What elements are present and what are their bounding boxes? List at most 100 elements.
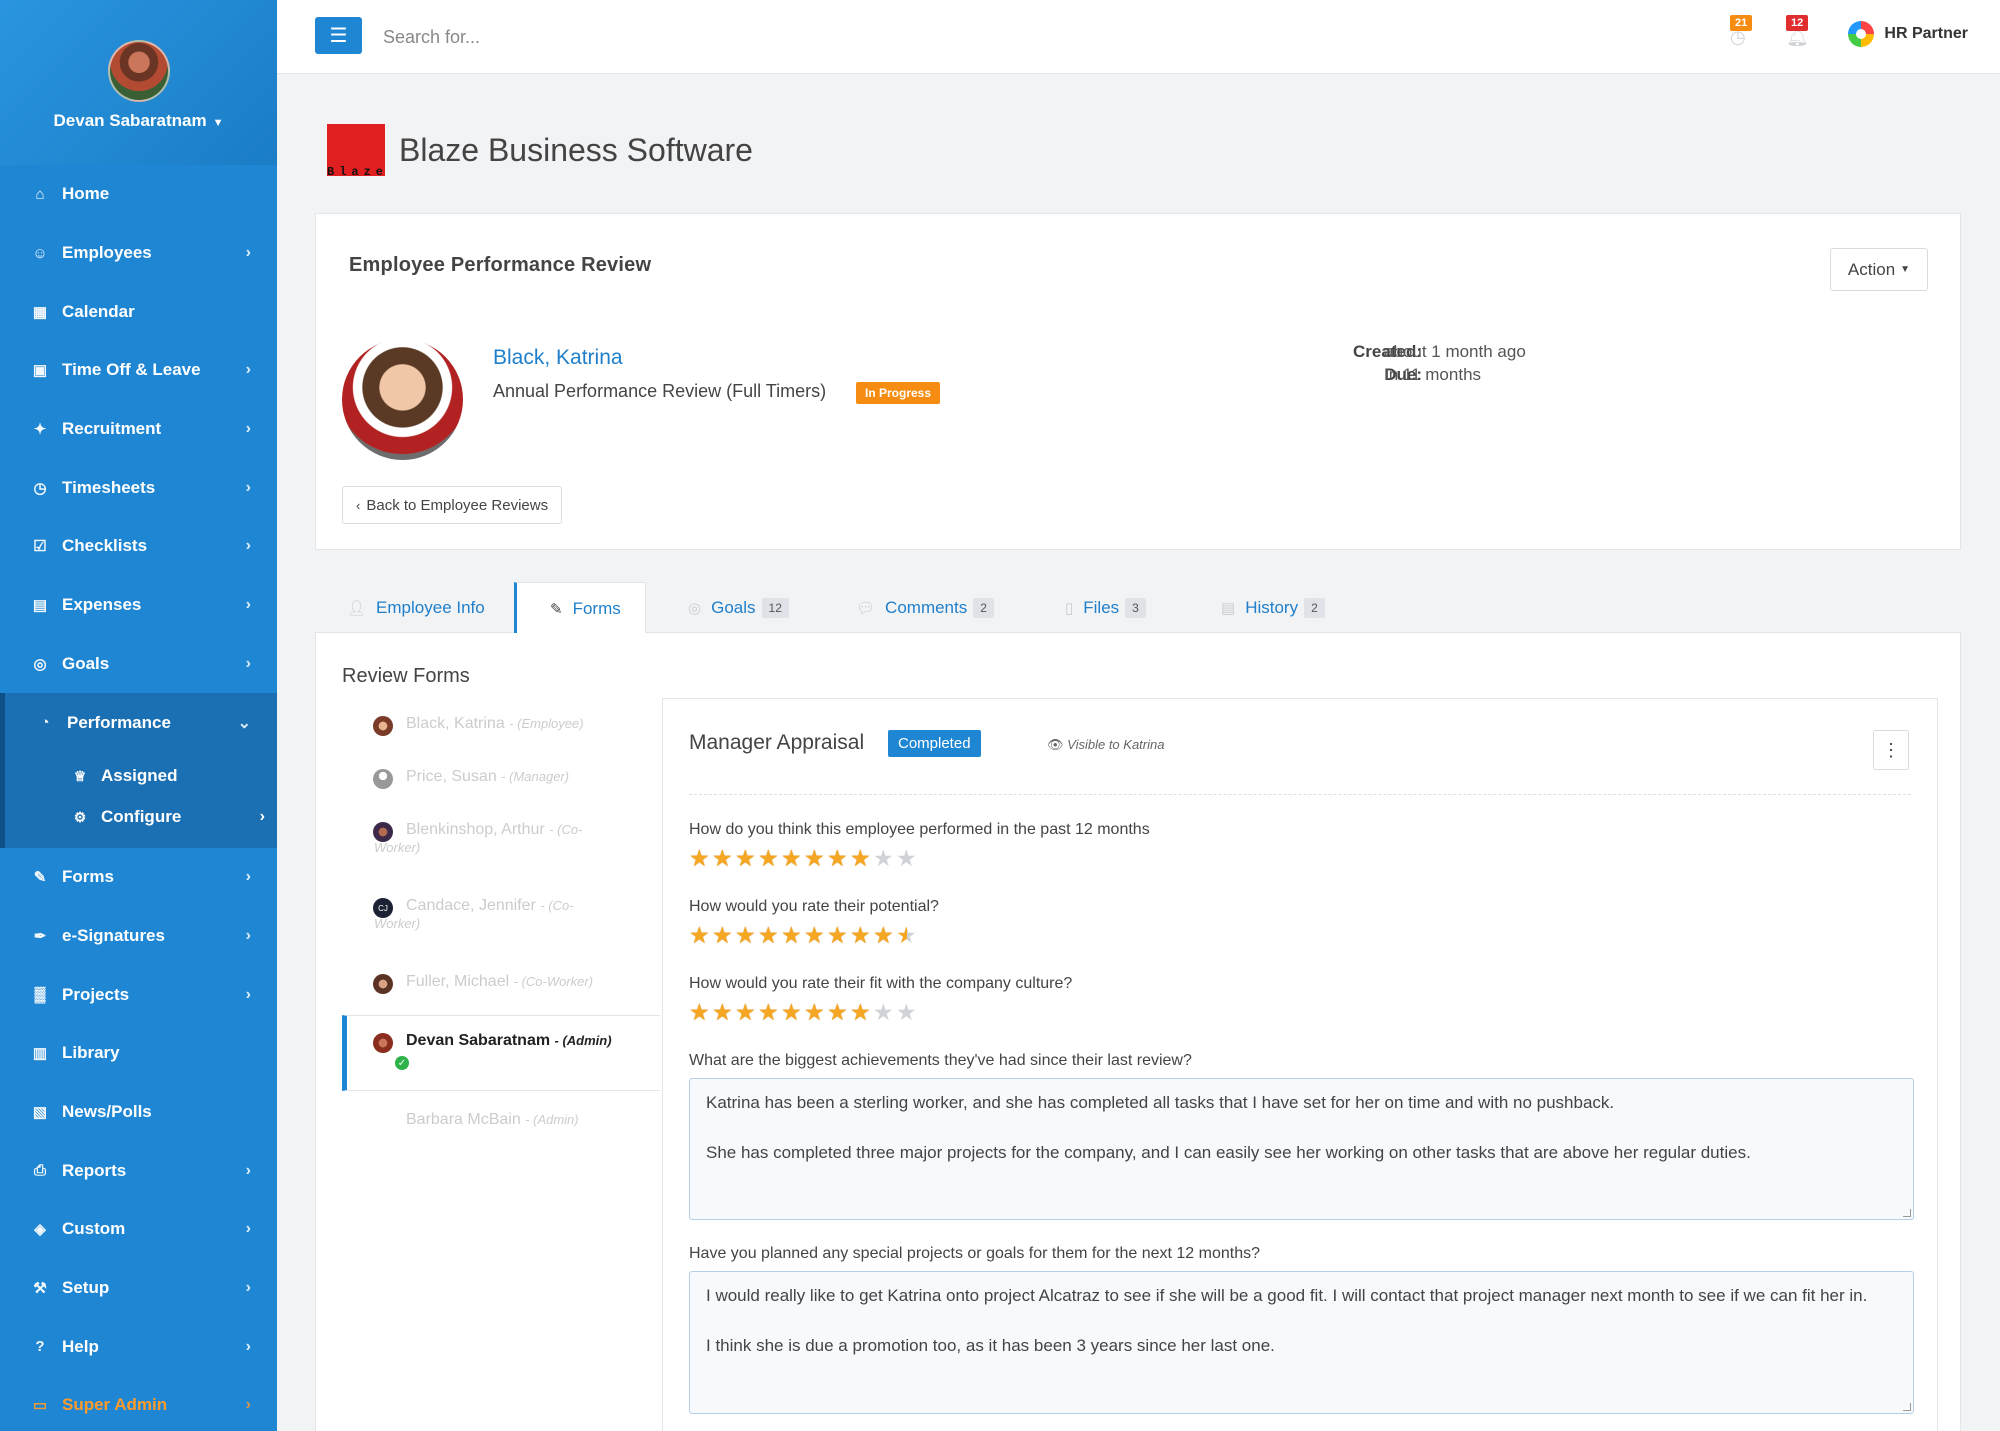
tab-forms[interactable]: ✎ Forms	[514, 582, 646, 634]
sidebar-item-checklists[interactable]: ☑ Checklists ›	[0, 517, 277, 576]
chevron-right-icon: ›	[245, 420, 251, 438]
star-icon[interactable]: ★	[712, 847, 734, 870]
sidebar-item-reports[interactable]: ⎙ Reports ›	[0, 1141, 277, 1200]
avatar[interactable]	[108, 40, 170, 102]
tab-goals[interactable]: ◎ Goals 12	[688, 582, 789, 633]
star-icon[interactable]: ★	[827, 1001, 849, 1024]
form-reviewer-role: - (Co-	[540, 898, 574, 913]
employee-name-link[interactable]: Black, Katrina	[493, 346, 623, 370]
action-dropdown-button[interactable]: Action ▼	[1830, 248, 1928, 291]
resize-handle-icon[interactable]	[1903, 1209, 1911, 1217]
star-icon[interactable]: ★	[827, 924, 849, 947]
search-input[interactable]	[383, 20, 983, 54]
list-item[interactable]: Price, Susan - (Manager)	[342, 756, 660, 809]
chevron-right-icon: ›	[245, 985, 251, 1003]
sidebar-item-label: Employees	[62, 243, 152, 263]
star-icon[interactable]: ★	[735, 1001, 757, 1024]
tab-files[interactable]: ▯ Files 3	[1065, 582, 1146, 633]
star-icon[interactable]: ★	[758, 924, 780, 947]
eye-icon: 👁︎	[1047, 737, 1064, 752]
star-icon[interactable]: ★	[689, 847, 711, 870]
rating-stars-1[interactable]: ★ ★ ★ ★ ★ ★ ★ ★ ★ ★	[689, 847, 919, 870]
sidebar-item-projects[interactable]: ▓ Projects ›	[0, 965, 277, 1024]
sidebar-item-timesheets[interactable]: ◷ Timesheets ›	[0, 458, 277, 517]
resize-handle-icon[interactable]	[1903, 1403, 1911, 1411]
star-icon[interactable]: ★	[781, 1001, 803, 1024]
target-icon: ◎	[33, 655, 47, 673]
more-options-button[interactable]: ⋮	[1873, 730, 1909, 770]
sidebar-item-goals[interactable]: ◎ Goals ›	[0, 635, 277, 694]
clock-notification[interactable]: ◷ 21	[1726, 15, 1754, 49]
list-item[interactable]: Blenkinshop, Arthur - (Co- Worker)	[342, 809, 660, 885]
star-icon[interactable]: ★	[850, 1001, 872, 1024]
sidebar-item-label: Time Off & Leave	[62, 360, 201, 380]
star-icon[interactable]: ★	[850, 924, 872, 947]
star-icon[interactable]: ★	[896, 1001, 918, 1024]
sidebar-item-time-off[interactable]: ▣ Time Off & Leave ›	[0, 341, 277, 400]
sidebar-item-library[interactable]: ▥ Library	[0, 1024, 277, 1083]
star-icon[interactable]: ★	[689, 1001, 711, 1024]
star-icon[interactable]: ★	[758, 1001, 780, 1024]
answer-4-textarea[interactable]: Katrina has been a sterling worker, and …	[689, 1078, 1914, 1220]
sidebar-item-label: Calendar	[62, 301, 135, 321]
sidebar-item-calendar[interactable]: ▦ Calendar	[0, 282, 277, 341]
star-icon[interactable]: ★	[896, 924, 918, 947]
sidebar-item-performance[interactable]: ◔ Performance ⌄	[0, 693, 277, 752]
tab-history[interactable]: ▤ History 2	[1221, 582, 1325, 633]
company-logo-text: Blaze	[327, 165, 389, 179]
star-icon[interactable]: ★	[827, 847, 849, 870]
star-icon[interactable]: ★	[735, 924, 757, 947]
rating-stars-3[interactable]: ★ ★ ★ ★ ★ ★ ★ ★ ★ ★	[689, 1001, 919, 1024]
star-icon[interactable]: ★	[781, 924, 803, 947]
answer-paragraph: I would really like to get Katrina onto …	[706, 1286, 1868, 1305]
sidebar-item-employees[interactable]: ☺ Employees ›	[0, 224, 277, 283]
sidebar-item-news-polls[interactable]: ▧ News/Polls	[0, 1083, 277, 1142]
rating-stars-2[interactable]: ★ ★ ★ ★ ★ ★ ★ ★ ★ ★	[689, 924, 919, 947]
list-item[interactable]: Barbara McBain - (Admin)	[342, 1091, 660, 1141]
sidebar-item-forms[interactable]: ✎ Forms ›	[0, 848, 277, 907]
brand[interactable]: HR Partner	[1848, 21, 1968, 47]
tab-comments[interactable]: 💬︎ Comments 2	[856, 582, 994, 633]
user-menu[interactable]: Devan Sabaratnam ▼	[0, 111, 277, 131]
star-icon[interactable]: ★	[712, 924, 734, 947]
star-icon[interactable]: ★	[735, 847, 757, 870]
star-icon[interactable]: ★	[781, 847, 803, 870]
book-icon: ▥	[32, 1045, 48, 1063]
sidebar-item-recruitment[interactable]: ✦ Recruitment ›	[0, 400, 277, 459]
menu-toggle-button[interactable]: ☰	[315, 17, 362, 54]
sidebar-item-home[interactable]: ⌂ Home	[0, 165, 277, 224]
users-icon: ☺	[32, 244, 48, 262]
tab-employee-info[interactable]: 👤︎ Employee Info	[347, 582, 485, 633]
sidebar-item-expenses[interactable]: ▤ Expenses ›	[0, 576, 277, 635]
sidebar-item-super-admin[interactable]: ▭ Super Admin ›	[0, 1376, 277, 1431]
star-icon[interactable]: ★	[689, 924, 711, 947]
star-icon[interactable]: ★	[896, 847, 918, 870]
answer-5-textarea[interactable]: I would really like to get Katrina onto …	[689, 1271, 1914, 1414]
industry-icon: ▓	[34, 986, 46, 1004]
star-icon[interactable]: ★	[804, 1001, 826, 1024]
star-icon[interactable]: ★	[850, 847, 872, 870]
list-item[interactable]: Fuller, Michael - (Co-Worker)	[342, 961, 660, 1015]
sidebar-item-setup[interactable]: ⚒ Setup ›	[0, 1259, 277, 1318]
form-reviewer-role-cont: Worker)	[374, 916, 421, 931]
back-to-reviews-button[interactable]: ‹ Back to Employee Reviews	[342, 486, 563, 524]
sidebar-item-help[interactable]: ? Help ›	[0, 1317, 277, 1376]
star-icon[interactable]: ★	[873, 847, 895, 870]
employee-photo	[342, 339, 463, 460]
sidebar-item-custom[interactable]: ◈ Custom ›	[0, 1200, 277, 1259]
question-3: How would you rate their fit with the co…	[689, 975, 1073, 992]
star-icon[interactable]: ★	[804, 847, 826, 870]
star-icon[interactable]: ★	[873, 1001, 895, 1024]
sidebar-item-e-signatures[interactable]: ✒ e-Signatures ›	[0, 907, 277, 966]
form-reviewer-role: - (Co-Worker)	[513, 974, 594, 989]
list-item[interactable]: Black, Katrina - (Employee)	[342, 703, 660, 756]
list-item-selected[interactable]: ✓ Devan Sabaratnam - (Admin)	[342, 1015, 660, 1091]
bell-notification[interactable]: 🔔︎ 12	[1782, 15, 1810, 49]
sidebar-subitem-configure[interactable]: ⚙ Configure ›	[5, 797, 277, 838]
sidebar-subitem-assigned[interactable]: ♕ Assigned	[5, 756, 277, 797]
list-item[interactable]: CJ Candace, Jennifer - (Co- Worker)	[342, 885, 660, 961]
star-icon[interactable]: ★	[712, 1001, 734, 1024]
star-icon[interactable]: ★	[873, 924, 895, 947]
star-icon[interactable]: ★	[804, 924, 826, 947]
star-icon[interactable]: ★	[758, 847, 780, 870]
